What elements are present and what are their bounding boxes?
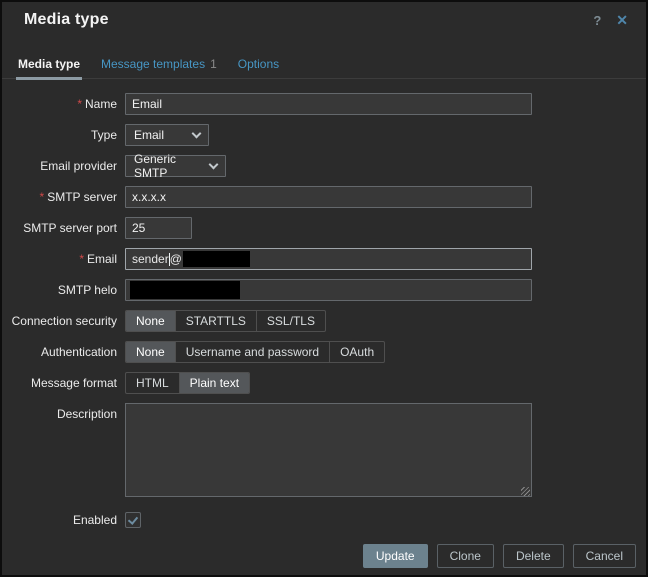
tab-message-templates[interactable]: Message templates 1 <box>99 51 219 80</box>
authentication-option-username-password[interactable]: Username and password <box>174 342 329 362</box>
form-row-email-provider: Email provider Generic SMTP <box>2 152 646 180</box>
form-row-type: Type Email <box>2 124 646 146</box>
smtp-server-label: SMTP server <box>47 190 117 204</box>
media-type-form: *Name Type Email Email provider Generic … <box>2 79 646 531</box>
name-input[interactable] <box>125 93 532 115</box>
help-icon[interactable]: ? <box>593 13 601 28</box>
tab-label: Media type <box>18 57 81 71</box>
form-row-email: * Email sender @ <box>2 248 646 270</box>
form-row-smtp-port: SMTP server port <box>2 217 646 239</box>
smtp-port-label: SMTP server port <box>23 221 117 235</box>
email-provider-select-value: Generic SMTP <box>134 152 177 180</box>
form-row-enabled: Enabled <box>2 509 646 531</box>
form-row-authentication: Authentication None Username and passwor… <box>2 341 646 363</box>
cancel-button[interactable]: Cancel <box>572 544 636 568</box>
chevron-down-icon <box>191 128 202 138</box>
redaction-box <box>130 281 240 299</box>
update-button[interactable]: Update <box>362 544 428 568</box>
tab-media-type[interactable]: Media type <box>16 51 83 80</box>
tab-label: Message templates <box>101 57 206 71</box>
form-row-description: Description <box>2 403 646 500</box>
form-row-message-format: Message format HTML Plain text <box>2 372 646 394</box>
email-value-before-caret: sender <box>132 252 169 266</box>
resize-handle[interactable] <box>521 487 530 496</box>
email-provider-label: Email provider <box>40 159 117 173</box>
type-select[interactable]: Email <box>125 124 209 146</box>
connection-security-option-none[interactable]: None <box>126 311 175 331</box>
form-row-smtp-helo: SMTP helo <box>2 279 646 301</box>
tab-bar: Media type Message templates 1 Options <box>2 51 646 80</box>
delete-button[interactable]: Delete <box>502 544 564 568</box>
type-label: Type <box>90 128 117 142</box>
authentication-radio-group: None Username and password OAuth <box>125 341 386 363</box>
type-select-value: Email <box>134 128 165 142</box>
tab-count-badge: 1 <box>210 57 217 71</box>
dialog-titlebar: Media type ? ✕ <box>2 2 646 29</box>
email-label: Email <box>86 252 117 266</box>
connection-security-option-ssltls[interactable]: SSL/TLS <box>255 311 325 331</box>
checkmark-icon <box>127 514 139 525</box>
description-textarea[interactable] <box>125 403 532 497</box>
form-row-connection-security: Connection security None STARTTLS SSL/TL… <box>2 310 646 332</box>
form-row-name: * Name <box>2 93 646 115</box>
titlebar-actions: ? ✕ <box>593 12 628 29</box>
connection-security-label: Connection security <box>11 314 117 328</box>
message-format-option-plain-text[interactable]: Plain text <box>178 373 250 393</box>
smtp-server-input[interactable] <box>125 186 532 208</box>
authentication-label: Authentication <box>40 345 117 359</box>
smtp-helo-label: SMTP helo <box>57 283 117 297</box>
email-input[interactable]: sender @ <box>125 248 532 270</box>
message-format-label: Message format <box>30 376 117 390</box>
email-provider-select[interactable]: Generic SMTP <box>125 152 226 180</box>
description-label: Description <box>56 407 117 421</box>
required-asterisk: * <box>39 190 45 204</box>
message-format-radio-group: HTML Plain text <box>125 372 251 394</box>
smtp-helo-input[interactable] <box>125 279 532 301</box>
redaction-box <box>182 251 250 267</box>
chevron-down-icon <box>208 159 219 169</box>
smtp-port-input[interactable] <box>125 217 192 239</box>
connection-security-option-starttls[interactable]: STARTTLS <box>174 311 256 331</box>
required-asterisk: * <box>77 97 82 111</box>
clone-button[interactable]: Clone <box>436 544 494 568</box>
enabled-checkbox[interactable] <box>125 512 141 528</box>
dialog-footer: Update Clone Delete Cancel <box>362 544 636 568</box>
email-value-after-caret: @ <box>169 252 182 266</box>
close-icon[interactable]: ✕ <box>616 12 628 29</box>
media-type-dialog: Media type ? ✕ Media type Message templa… <box>0 0 648 577</box>
tab-options[interactable]: Options <box>236 51 281 80</box>
dialog-title: Media type <box>24 11 109 28</box>
connection-security-radio-group: None STARTTLS SSL/TLS <box>125 310 326 332</box>
tab-label: Options <box>237 57 280 71</box>
form-row-smtp-server: * SMTP server <box>2 186 646 208</box>
name-label: Name <box>84 97 117 111</box>
authentication-option-none[interactable]: None <box>126 342 175 362</box>
enabled-label: Enabled <box>72 513 117 527</box>
authentication-option-oauth[interactable]: OAuth <box>329 342 384 362</box>
required-asterisk: * <box>79 252 84 266</box>
message-format-option-html[interactable]: HTML <box>126 373 179 393</box>
